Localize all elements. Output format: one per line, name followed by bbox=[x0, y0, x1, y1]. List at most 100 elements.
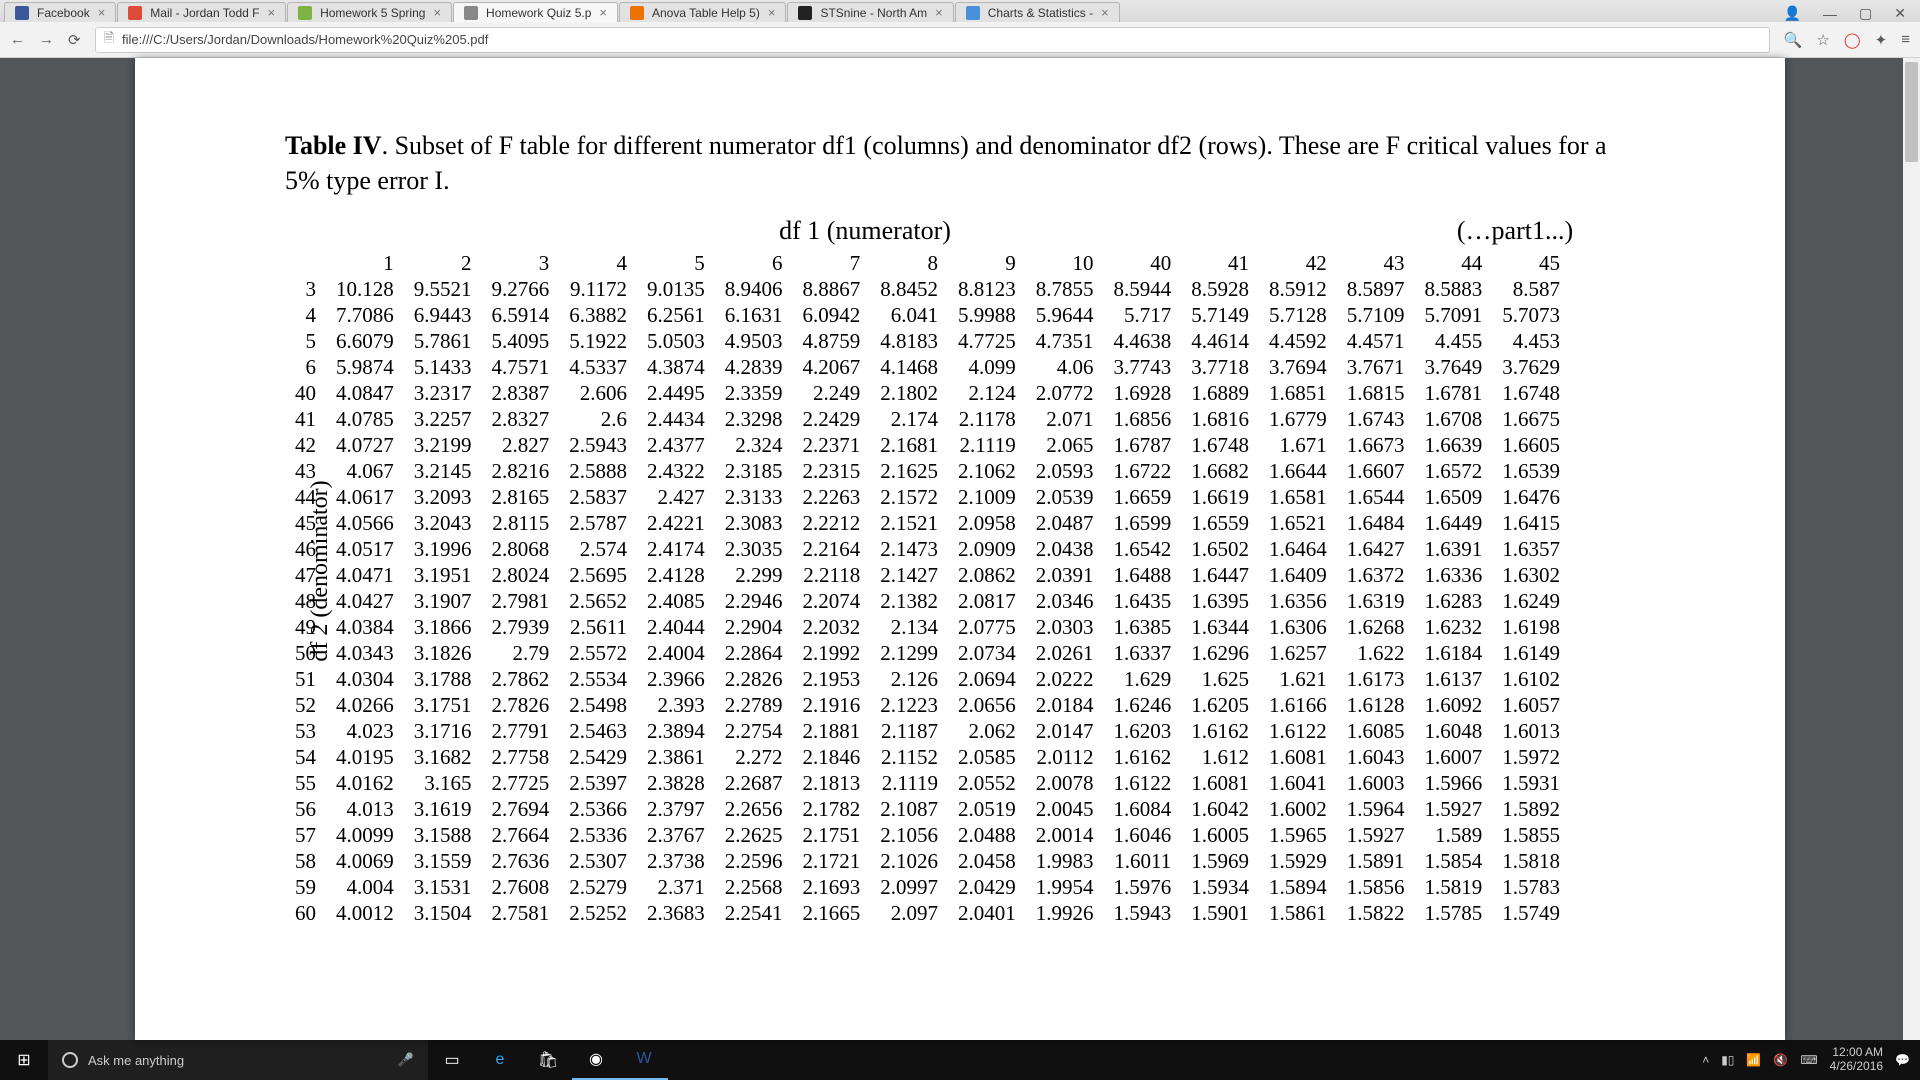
table-row: 584.00693.15592.76362.53072.37382.25962.… bbox=[285, 848, 1570, 874]
store-icon[interactable]: 🛍 bbox=[524, 1040, 572, 1080]
cell: 4.5337 bbox=[559, 354, 637, 380]
abp-icon[interactable]: ◯ bbox=[1844, 31, 1861, 49]
mic-icon[interactable]: 🎤 bbox=[398, 1052, 414, 1068]
cell: 2.8115 bbox=[482, 510, 560, 536]
wifi-icon[interactable]: 📶 bbox=[1746, 1053, 1761, 1067]
cell: 1.6128 bbox=[1337, 692, 1415, 718]
cell: 2.1693 bbox=[793, 874, 871, 900]
cell: 9.2766 bbox=[482, 276, 560, 302]
close-window-button[interactable]: ✕ bbox=[1894, 5, 1906, 22]
cell: 3.7671 bbox=[1337, 354, 1415, 380]
table-row: 434.0673.21452.82162.58882.43222.31852.2… bbox=[285, 458, 1570, 484]
cell: 2.0772 bbox=[1026, 380, 1104, 406]
cell: 2.8068 bbox=[482, 536, 560, 562]
row-header: 57 bbox=[285, 822, 326, 848]
cell: 2.5572 bbox=[559, 640, 637, 666]
reload-button[interactable]: ⟳ bbox=[68, 31, 81, 49]
start-button[interactable]: ⊞ bbox=[0, 1050, 48, 1070]
cell: 2.3966 bbox=[637, 666, 715, 692]
task-view-button[interactable]: ▭ bbox=[428, 1040, 476, 1080]
cell: 1.6605 bbox=[1492, 432, 1570, 458]
extension-icon[interactable]: ✦ bbox=[1875, 31, 1888, 49]
cell: 2.0222 bbox=[1026, 666, 1104, 692]
close-tab-icon[interactable]: × bbox=[98, 6, 106, 19]
cell: 2.0519 bbox=[948, 796, 1026, 822]
cell: 6.3882 bbox=[559, 302, 637, 328]
cell: 3.2093 bbox=[404, 484, 482, 510]
close-tab-icon[interactable]: × bbox=[599, 6, 607, 19]
close-tab-icon[interactable]: × bbox=[1101, 6, 1109, 19]
cortana-search[interactable]: Ask me anything 🎤 bbox=[48, 1040, 428, 1080]
cell: 1.5976 bbox=[1104, 874, 1182, 900]
clock[interactable]: 12:00 AM 4/26/2016 bbox=[1830, 1046, 1883, 1074]
browser-tab[interactable]: Homework 5 Spring× bbox=[287, 2, 452, 22]
action-center-icon[interactable]: 💬 bbox=[1895, 1053, 1910, 1067]
minimize-button[interactable]: — bbox=[1823, 6, 1837, 22]
cell: 2.1521 bbox=[870, 510, 948, 536]
cell: 4.0195 bbox=[326, 744, 404, 770]
cell: 5.7109 bbox=[1337, 302, 1415, 328]
menu-icon[interactable]: ≡ bbox=[1901, 31, 1910, 48]
volume-icon[interactable]: 🔇 bbox=[1773, 1053, 1788, 1067]
keyboard-icon[interactable]: ⌨ bbox=[1800, 1053, 1817, 1067]
col-header: 2 bbox=[404, 250, 482, 276]
forward-button[interactable]: → bbox=[39, 31, 54, 48]
cell: 3.2257 bbox=[404, 406, 482, 432]
cell: 4.7351 bbox=[1026, 328, 1104, 354]
cell: 4.0304 bbox=[326, 666, 404, 692]
cell: 2.2946 bbox=[715, 588, 793, 614]
close-tab-icon[interactable]: × bbox=[768, 6, 776, 19]
cell: 1.6542 bbox=[1104, 536, 1182, 562]
cell: 1.625 bbox=[1181, 666, 1259, 692]
word-icon[interactable]: W bbox=[620, 1040, 668, 1080]
cell: 2.6 bbox=[559, 406, 637, 432]
browser-tab[interactable]: Mail - Jordan Todd F× bbox=[117, 2, 286, 22]
chrome-icon[interactable]: ◉ bbox=[572, 1040, 620, 1080]
cell: 2.1881 bbox=[793, 718, 871, 744]
cell: 2.1572 bbox=[870, 484, 948, 510]
cell: 1.6085 bbox=[1337, 718, 1415, 744]
cell: 2.827 bbox=[482, 432, 560, 458]
battery-icon[interactable]: ▮▯ bbox=[1721, 1053, 1734, 1067]
browser-tab[interactable]: Charts & Statistics -× bbox=[955, 2, 1120, 22]
cell: 3.7718 bbox=[1181, 354, 1259, 380]
browser-tab[interactable]: Anova Table Help 5)× bbox=[619, 2, 786, 22]
cell: 2.79 bbox=[482, 640, 560, 666]
cell: 4.06 bbox=[1026, 354, 1104, 380]
browser-tab[interactable]: STSnine - North Am× bbox=[787, 2, 953, 22]
scrollbar[interactable] bbox=[1903, 58, 1920, 1040]
close-tab-icon[interactable]: × bbox=[935, 6, 943, 19]
cell: 3.2145 bbox=[404, 458, 482, 484]
cell: 2.1916 bbox=[793, 692, 871, 718]
cell: 1.6162 bbox=[1104, 744, 1182, 770]
browser-tab[interactable]: Facebook× bbox=[4, 2, 116, 22]
back-button[interactable]: ← bbox=[10, 31, 25, 48]
browser-tab-strip: Facebook×Mail - Jordan Todd F×Homework 5… bbox=[0, 0, 1920, 22]
cortana-icon bbox=[62, 1052, 78, 1068]
tray-chevron-icon[interactable]: ˄ bbox=[1702, 1053, 1709, 1067]
cell: 2.1062 bbox=[948, 458, 1026, 484]
cell: 1.5783 bbox=[1492, 874, 1570, 900]
cell: 2.1782 bbox=[793, 796, 871, 822]
cell: 2.5943 bbox=[559, 432, 637, 458]
table-row: 404.08473.23172.83872.6062.44952.33592.2… bbox=[285, 380, 1570, 406]
edge-icon[interactable]: e bbox=[476, 1040, 524, 1080]
cell: 8.8867 bbox=[793, 276, 871, 302]
cell: 1.5861 bbox=[1259, 900, 1337, 926]
star-icon[interactable]: ☆ bbox=[1816, 31, 1829, 49]
cell: 2.7725 bbox=[482, 770, 560, 796]
cell: 4.0471 bbox=[326, 562, 404, 588]
zoom-icon[interactable]: 🔍 bbox=[1784, 31, 1803, 49]
close-tab-icon[interactable]: × bbox=[267, 6, 275, 19]
cell: 2.7826 bbox=[482, 692, 560, 718]
close-tab-icon[interactable]: × bbox=[433, 6, 441, 19]
scrollbar-thumb[interactable] bbox=[1905, 62, 1918, 162]
address-bar[interactable]: 🗎 file:///C:/Users/Jordan/Downloads/Home… bbox=[95, 27, 1770, 53]
browser-tab[interactable]: Homework Quiz 5.p× bbox=[453, 2, 618, 22]
cell: 1.5927 bbox=[1415, 796, 1493, 822]
cell: 3.7649 bbox=[1415, 354, 1493, 380]
col-header: 4 bbox=[559, 250, 637, 276]
cell: 2.7636 bbox=[482, 848, 560, 874]
person-icon[interactable]: 👤 bbox=[1784, 5, 1801, 22]
maximize-button[interactable]: ▢ bbox=[1859, 5, 1872, 22]
